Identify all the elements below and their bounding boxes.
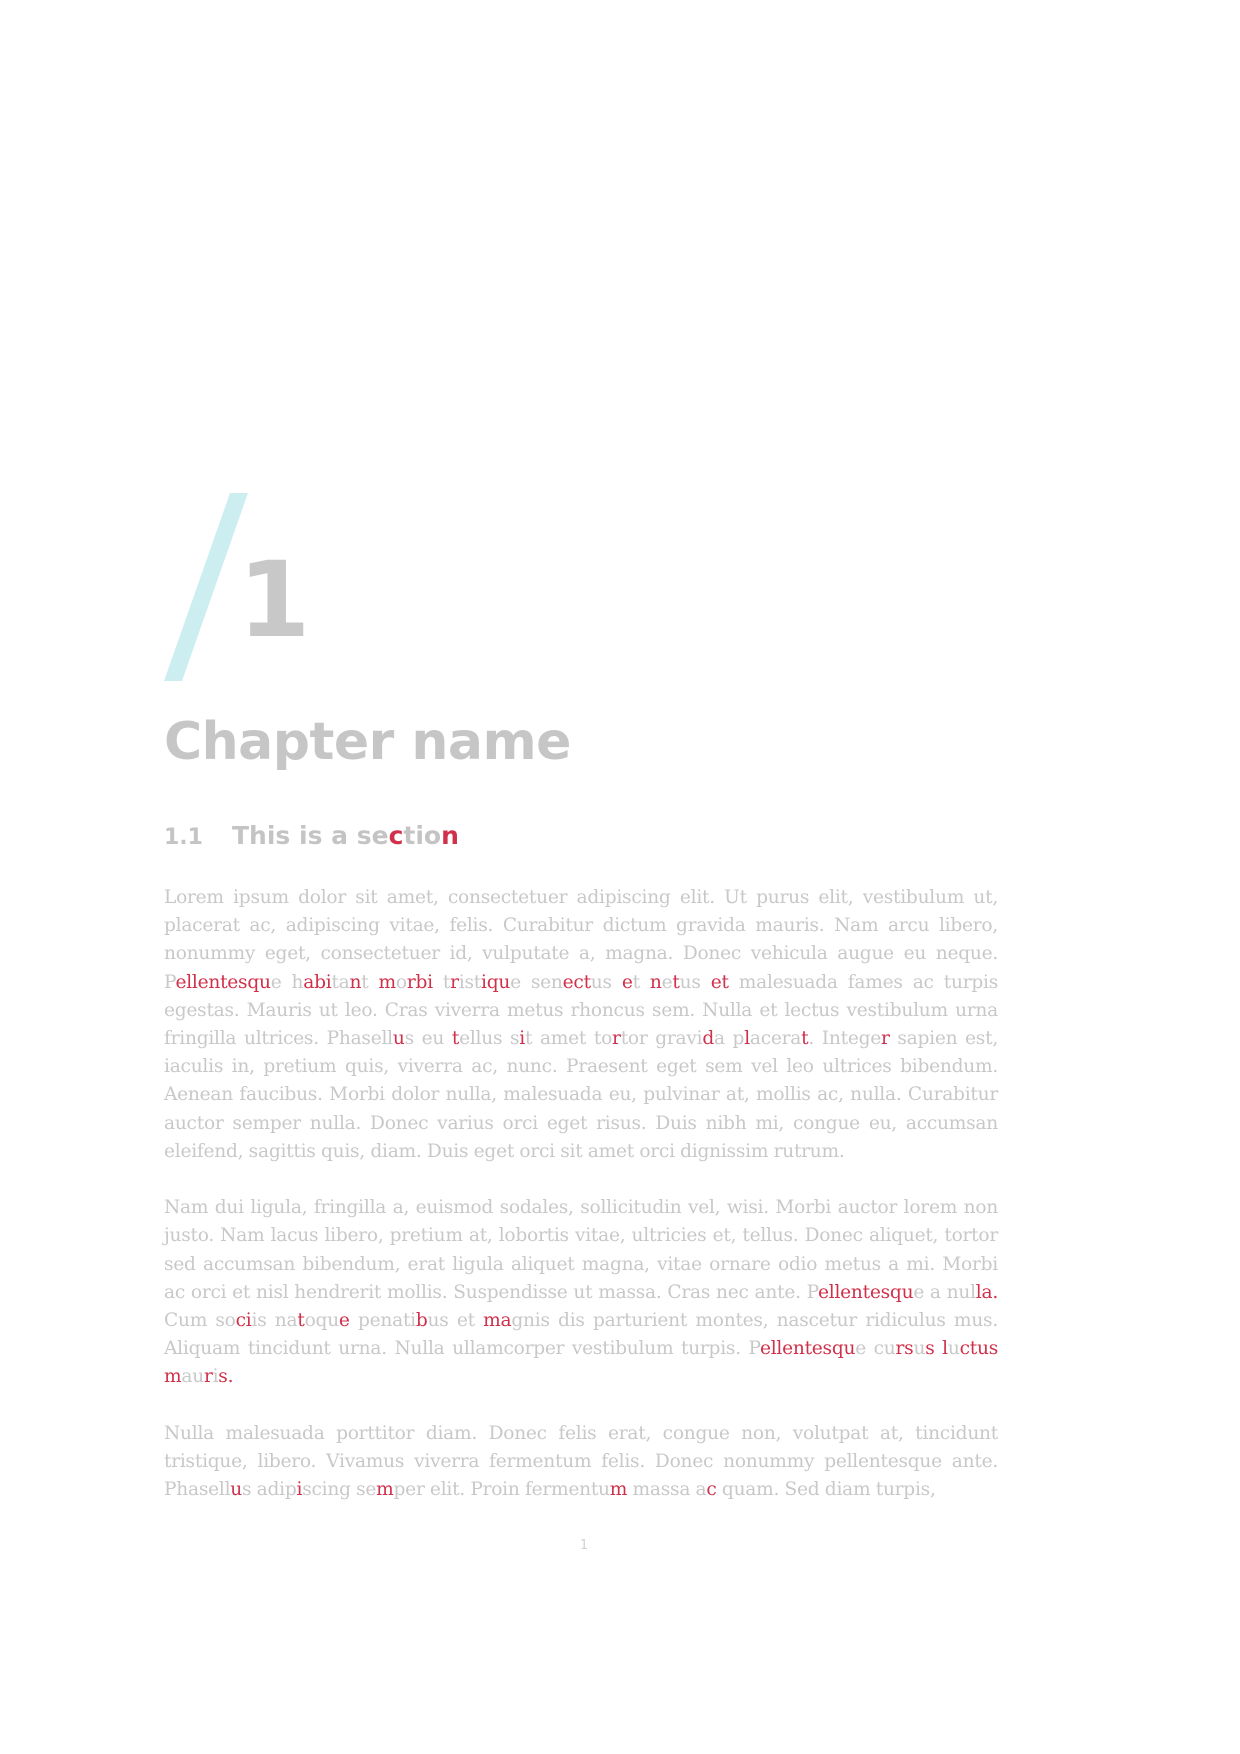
- text-run: oqu: [304, 1310, 340, 1332]
- text-run: us: [679, 971, 711, 993]
- page-number: 1: [579, 1538, 589, 1553]
- text-run: u: [947, 1338, 960, 1360]
- chapter-number: 1: [238, 539, 310, 661]
- text-run: penati: [349, 1310, 416, 1332]
- text-run: t amet to: [524, 1028, 613, 1050]
- highlighted-text-run: s.: [218, 1366, 234, 1388]
- highlighted-text-run: d: [702, 1028, 714, 1050]
- text-run: e sen: [510, 971, 563, 993]
- text-run: per elit. Proin fermentu: [393, 1479, 611, 1501]
- text-run: quam. Sed diam turpis,: [716, 1479, 936, 1501]
- highlighted-text-run: et: [710, 971, 729, 993]
- highlighted-text-run: iqu: [481, 971, 511, 993]
- text-run: us et: [427, 1310, 484, 1332]
- chapter-title: Chapter name: [164, 712, 571, 772]
- highlighted-text-run: m: [609, 1479, 628, 1501]
- text-run: Cum so: [164, 1310, 236, 1332]
- section-heading: 1.1 This is a section: [164, 823, 459, 849]
- highlighted-text-run: n: [349, 971, 362, 993]
- text-run: t: [632, 971, 650, 993]
- highlighted-text-run: ma: [483, 1310, 512, 1332]
- highlighted-text-run: ctus: [959, 1338, 999, 1360]
- highlighted-text-run: ellentesqu: [818, 1281, 914, 1303]
- highlighted-text-run: b: [415, 1310, 428, 1332]
- text-run: t: [361, 971, 379, 993]
- text-run: e: [661, 971, 673, 993]
- text-run: e cu: [855, 1338, 896, 1360]
- text-run: is na: [251, 1310, 298, 1332]
- highlighted-text-run: m: [164, 1366, 182, 1388]
- text-run: au: [181, 1366, 204, 1388]
- highlighted-text-run: c: [706, 1479, 717, 1501]
- text-run: e h: [270, 971, 304, 993]
- highlighted-text-run: abi: [303, 971, 332, 993]
- text-run: o: [395, 971, 407, 993]
- document-page: 1 Chapter name 1.1 This is a section Lore…: [0, 0, 1240, 1754]
- highlighted-text-run: t: [451, 1028, 460, 1050]
- highlighted-text-run: la.: [975, 1281, 998, 1303]
- highlighted-text-run: r: [450, 971, 459, 993]
- highlighted-text-run: t: [297, 1310, 305, 1332]
- section-title-highlight: c: [388, 821, 404, 850]
- text-run: e a nul: [913, 1281, 976, 1303]
- section-title-highlight: n: [441, 821, 459, 850]
- paragraph: Nulla malesuada porttitor diam. Donec fe…: [164, 1420, 998, 1505]
- text-run: [934, 1338, 942, 1359]
- section-title-part: tio: [403, 821, 442, 850]
- highlighted-text-run: ect: [562, 971, 591, 993]
- highlighted-text-run: u: [230, 1479, 242, 1501]
- highlighted-text-run: rbi: [406, 971, 433, 993]
- text-run: ta: [331, 971, 350, 993]
- text-run: a p: [713, 1028, 745, 1050]
- body-text: Lorem ipsum dolor sit amet, consectetuer…: [164, 884, 998, 1533]
- highlighted-text-run: r: [880, 1028, 890, 1050]
- text-run: massa a: [627, 1479, 707, 1501]
- text-run: ellus s: [459, 1028, 520, 1050]
- highlighted-text-run: e: [621, 971, 633, 993]
- highlighted-text-run: m: [378, 971, 397, 993]
- text-run: scing se: [302, 1479, 377, 1501]
- highlighted-text-run: r: [612, 1028, 621, 1050]
- text-run: . Intege: [808, 1028, 881, 1050]
- paragraph: Lorem ipsum dolor sit amet, consectetuer…: [164, 884, 998, 1166]
- highlighted-text-run: e: [338, 1310, 350, 1332]
- highlighted-text-run: rs: [895, 1338, 914, 1360]
- text-run: s adip: [242, 1479, 297, 1501]
- text-run: s eu: [404, 1028, 452, 1050]
- highlighted-text-run: ci: [235, 1310, 252, 1332]
- section-number: 1.1: [164, 825, 203, 850]
- highlighted-text-run: t: [672, 971, 680, 993]
- highlighted-text-run: ellentesqu: [759, 1338, 856, 1360]
- highlighted-text-run: m: [376, 1479, 394, 1501]
- highlighted-text-run: u: [392, 1028, 405, 1050]
- text-run: tor gravi: [620, 1028, 703, 1050]
- text-run: ist: [458, 971, 481, 993]
- highlighted-text-run: r: [203, 1366, 213, 1388]
- text-run: u: [913, 1338, 926, 1360]
- text-run: acera: [749, 1028, 802, 1050]
- slash-accent-icon: [164, 493, 248, 681]
- highlighted-text-run: ellentesqu: [175, 971, 271, 993]
- text-run: t: [432, 971, 451, 993]
- paragraph: Nam dui ligula, fringilla a, euismod sod…: [164, 1194, 998, 1391]
- highlighted-text-run: n: [649, 971, 662, 993]
- text-run: us: [590, 971, 622, 993]
- section-title-part: This is a se: [232, 821, 389, 850]
